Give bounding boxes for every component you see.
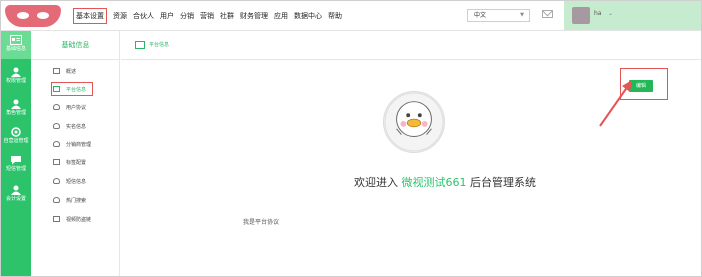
nav-item-help[interactable]: 帮助	[328, 11, 342, 21]
mascot-image	[383, 91, 445, 153]
nav-item-partners[interactable]: 合伙人	[133, 11, 154, 21]
platform-agreement-text: 我是平台协议	[243, 219, 280, 226]
welcome-prefix: 欢迎进入	[354, 176, 398, 189]
nav-item-users[interactable]: 用户	[160, 11, 174, 21]
id-card-icon	[10, 35, 22, 45]
chevron-down-icon: ▼	[520, 12, 524, 18]
submenu-item-distributors[interactable]: 分销商管理	[53, 139, 91, 149]
mail-icon[interactable]	[542, 10, 553, 18]
welcome-suffix: 后台管理系统	[470, 176, 536, 189]
chat-icon	[11, 156, 21, 165]
submenu-title: 基础信息	[31, 31, 120, 60]
logo-eye-left	[17, 12, 29, 19]
sidebar-item-sms[interactable]: 短信管理	[1, 151, 31, 179]
submenu-item-real-name[interactable]: 实名信息	[53, 121, 86, 131]
chevron-down-icon: ⌄	[608, 10, 614, 17]
platform-name: 微视测试661	[401, 176, 467, 189]
user-icon	[11, 99, 21, 109]
sidebar-item-accounting[interactable]: 会计设置	[1, 181, 31, 209]
user-icon	[11, 185, 21, 195]
submenu-item-label: 分销商管理	[66, 141, 92, 148]
logo-eye-right	[37, 12, 49, 19]
username: ha	[594, 10, 602, 17]
submenu-item-hot-search[interactable]: 热门搜索	[53, 195, 86, 205]
nav-item-marketing[interactable]: 营销	[200, 11, 214, 21]
monitor-icon	[53, 68, 60, 74]
submenu-item-label: 短信信息	[66, 178, 87, 185]
sidebar-item-label: 基础信息	[5, 46, 26, 52]
secondary-sidebar: 基础信息 概述 平台信息 用户协议 实名信息 分销商管理 标签配置 短信信息 热…	[31, 31, 120, 276]
primary-sidebar: 基础信息 权限管理 角色管理 自营运管理 短信管理 会计设置	[1, 31, 31, 276]
language-select[interactable]: 中文 ▼	[467, 9, 530, 22]
edit-button[interactable]: 编辑	[629, 80, 653, 92]
user-icon	[11, 67, 21, 77]
sidebar-item-label: 权限管理	[5, 78, 26, 84]
user-menu[interactable]: ha ⌄	[564, 1, 701, 30]
sidebar-item-operations[interactable]: 自营运管理	[1, 123, 31, 151]
sidebar-item-label: 角色管理	[5, 110, 26, 116]
submenu-item-label: 视频防盗链	[66, 216, 92, 223]
content-header: 平台信息	[121, 31, 701, 60]
submenu-item-sms-info[interactable]: 短信信息	[53, 176, 86, 186]
logo[interactable]	[5, 5, 61, 27]
nav-item-resources[interactable]: 资源	[113, 11, 127, 21]
welcome-message: 欢迎进入 微视测试661 后台管理系统	[315, 174, 575, 190]
submenu-item-label: 用户协议	[66, 104, 87, 111]
person-icon	[53, 104, 60, 110]
submenu-item-label: 概述	[66, 68, 77, 75]
main-content: 平台信息 编辑 欢迎进入 微视测试661 后台管理系统 我是平台协议	[121, 31, 701, 276]
submenu-item-video-hotlink[interactable]: 视频防盗链	[53, 214, 91, 224]
annotation-highlight-platform-info	[51, 82, 93, 96]
nav-item-finance[interactable]: 财务管理	[240, 11, 268, 21]
nav-item-distribution[interactable]: 分销	[180, 11, 194, 21]
nav-item-apps[interactable]: 应用	[274, 11, 288, 21]
sidebar-item-label: 短信管理	[5, 166, 26, 172]
nav-item-community[interactable]: 社群	[220, 11, 234, 21]
grid-icon	[53, 159, 60, 165]
sidebar-item-label: 会计设置	[5, 196, 26, 202]
content-header-label: 平台信息	[149, 42, 170, 48]
monitor-icon	[53, 216, 60, 222]
submenu-item-tags[interactable]: 标签配置	[53, 157, 86, 167]
submenu-item-label: 实名信息	[66, 123, 87, 130]
person-icon	[53, 197, 60, 203]
person-icon	[53, 123, 60, 129]
submenu-item-label: 热门搜索	[66, 197, 87, 204]
language-select-value: 中文	[474, 12, 487, 19]
monitor-icon	[135, 41, 145, 49]
top-nav-menu: 基本设置 资源 合伙人 用户 分销 营销 社群 财务管理 应用 数据中心 帮助	[73, 1, 348, 31]
nav-item-data-center[interactable]: 数据中心	[294, 11, 322, 21]
nav-item-basic-settings[interactable]: 基本设置	[73, 8, 107, 24]
submenu-item-label: 标签配置	[66, 159, 87, 166]
avatar	[572, 7, 590, 24]
sidebar-item-label: 自营运管理	[3, 138, 29, 144]
person-icon	[53, 141, 60, 147]
sidebar-item-roles[interactable]: 角色管理	[1, 95, 31, 123]
sidebar-item-basic-info[interactable]: 基础信息	[1, 31, 31, 59]
submenu-item-overview[interactable]: 概述	[53, 66, 76, 76]
gear-icon	[11, 127, 21, 137]
sidebar-item-permissions[interactable]: 权限管理	[1, 63, 31, 91]
person-icon	[53, 178, 60, 184]
submenu-item-user-agreement[interactable]: 用户协议	[53, 102, 86, 112]
